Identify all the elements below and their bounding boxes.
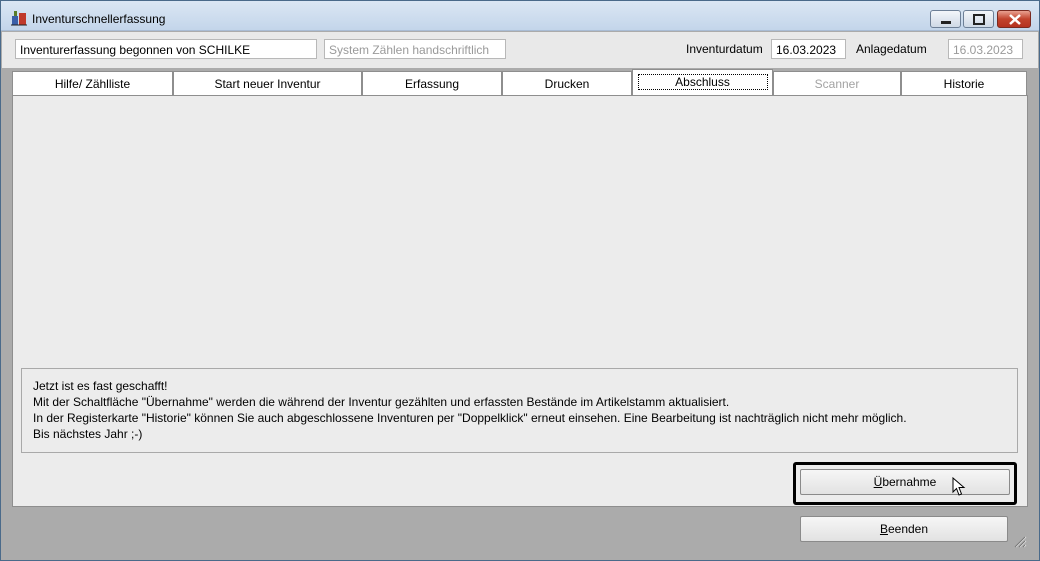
tab-label: Erfassung	[404, 77, 460, 91]
minimize-icon	[941, 21, 951, 24]
beenden-button[interactable]: Beenden	[800, 516, 1008, 542]
resize-grip-icon[interactable]	[1013, 534, 1027, 548]
tab-drucken[interactable]: Drucken	[502, 71, 632, 96]
tab-bar: Hilfe/ Zählliste Start neuer Inventur Er…	[12, 69, 1028, 96]
close-button[interactable]	[997, 10, 1031, 28]
maximize-icon	[973, 14, 985, 25]
tab-label: Abschluss	[637, 74, 768, 90]
tab-start-neuer-inventur[interactable]: Start neuer Inventur	[173, 71, 362, 96]
window-title: Inventurschnellerfassung	[32, 12, 166, 26]
tab-label: Hilfe/ Zählliste	[54, 77, 131, 91]
info-strip: Inventurerfassung begonnen von SCHILKE S…	[2, 32, 1038, 68]
main-window: Inventurschnellerfassung Inventurerfassu…	[0, 0, 1040, 561]
button-label: bernahme	[882, 475, 937, 489]
close-icon	[1009, 14, 1021, 25]
tab-label: Scanner	[814, 77, 860, 91]
tab-label: Historie	[943, 77, 985, 91]
message-line: In der Registerkarte "Historie" können S…	[33, 411, 907, 425]
maximize-button[interactable]	[963, 10, 994, 28]
inventory-date-field[interactable]: 16.03.2023	[771, 39, 846, 59]
tab-hilfe-zaehlliste[interactable]: Hilfe/ Zählliste	[12, 71, 173, 96]
message-line: Mit der Schaltfläche "Übernahme" werden …	[33, 395, 730, 409]
started-by-field: Inventurerfassung begonnen von SCHILKE	[15, 39, 317, 59]
button-label: eenden	[887, 522, 929, 536]
mnemonic-char: B	[879, 522, 888, 536]
message-line: Jetzt ist es fast geschafft!	[33, 379, 168, 393]
creation-date-label: Anlagedatum	[856, 42, 927, 56]
tab-historie[interactable]: Historie	[901, 71, 1027, 96]
tab-label: Drucken	[544, 77, 590, 91]
inventory-date-label: Inventurdatum	[686, 42, 763, 56]
mouse-cursor-icon	[952, 477, 966, 496]
tab-scanner: Scanner	[773, 71, 901, 96]
tab-page-abschluss: Jetzt ist es fast geschafft! Mit der Sch…	[12, 95, 1028, 507]
minimize-button[interactable]	[930, 10, 961, 28]
mode-field: System Zählen handschriftlich	[324, 39, 506, 59]
message-line: Bis nächstes Jahr ;-)	[33, 427, 143, 441]
creation-date-field: 16.03.2023	[948, 39, 1023, 59]
tab-label: Start neuer Inventur	[214, 77, 321, 91]
tab-erfassung[interactable]: Erfassung	[362, 71, 502, 96]
info-message-box: Jetzt ist es fast geschafft! Mit der Sch…	[21, 368, 1018, 453]
title-bar[interactable]: Inventurschnellerfassung	[1, 1, 1039, 31]
tab-abschluss[interactable]: Abschluss	[632, 69, 773, 95]
uebernahme-button[interactable]: Übernahme	[800, 469, 1010, 495]
mnemonic-char: Ü	[873, 475, 883, 489]
app-icon	[11, 11, 27, 26]
